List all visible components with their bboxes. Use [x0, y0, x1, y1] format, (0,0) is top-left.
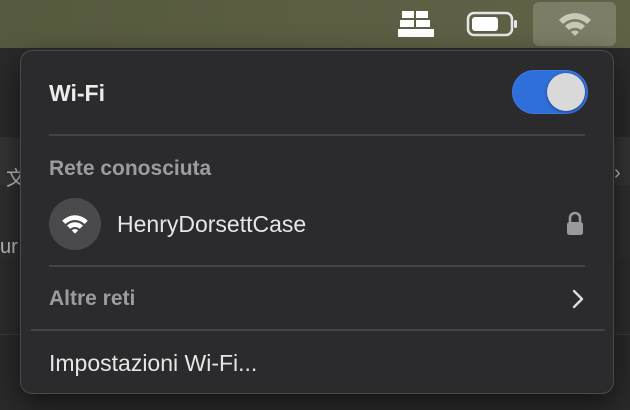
other-networks-label: Altre reti: [49, 287, 136, 310]
background-text-fragment: ›: [614, 162, 621, 184]
network-icon-badge: [49, 198, 101, 250]
other-networks-item[interactable]: Altre reti: [49, 279, 585, 319]
divider: [49, 265, 585, 267]
chevron-right-icon: [571, 288, 585, 310]
background-text-fragment: ur: [0, 236, 18, 258]
known-network-label: Rete conosciuta: [49, 157, 212, 180]
menu-bar: [0, 0, 630, 48]
wifi-settings-label: Impostazioni Wi-Fi...: [49, 349, 258, 376]
database-icon[interactable]: [390, 0, 442, 48]
known-network-item[interactable]: HenryDorsettCase: [49, 196, 585, 252]
lock-icon: [565, 211, 585, 237]
divider: [49, 134, 585, 136]
wifi-title: Wi-Fi: [49, 79, 105, 106]
wifi-menu: Wi-Fi Rete conosciuta HenryDorsettCase A…: [20, 50, 614, 394]
known-network-header: Rete conosciuta: [49, 151, 585, 187]
wifi-menu-button[interactable]: [533, 2, 616, 46]
toggle-knob: [547, 73, 585, 111]
network-name: HenryDorsettCase: [117, 210, 307, 237]
wifi-header: Wi-Fi: [49, 73, 585, 113]
wifi-settings-item[interactable]: Impostazioni Wi-Fi...: [49, 343, 585, 383]
battery-icon[interactable]: [462, 0, 524, 48]
wifi-toggle[interactable]: [512, 70, 588, 114]
divider: [31, 329, 605, 331]
wifi-icon: [62, 215, 88, 234]
wifi-icon: [558, 13, 591, 36]
